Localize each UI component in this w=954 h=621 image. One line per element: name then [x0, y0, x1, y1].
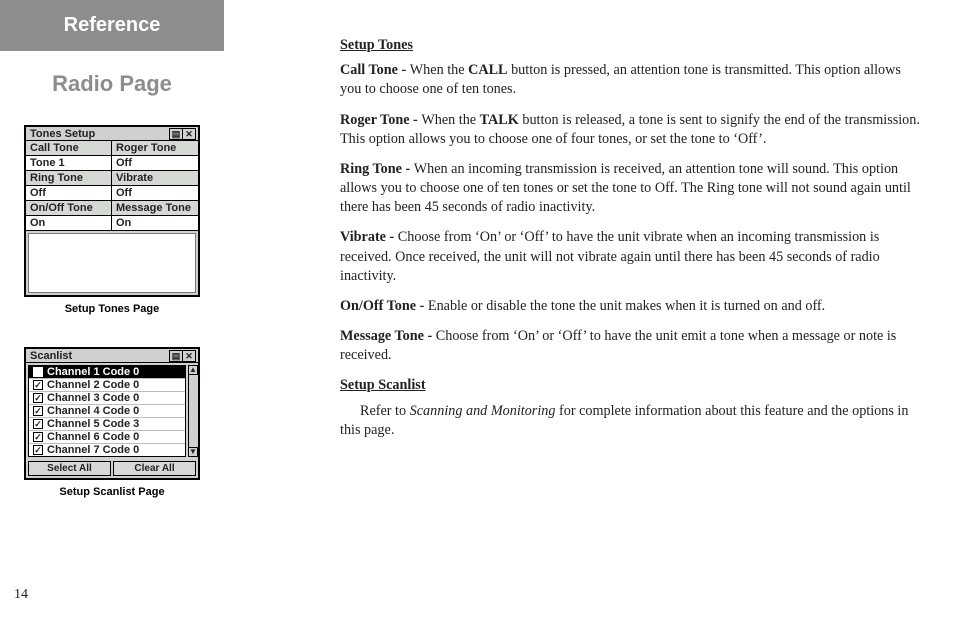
para-message-tone: Message Tone - Choose from ‘On’ or ‘Off’…	[340, 327, 924, 365]
lead: Vibrate -	[340, 229, 398, 245]
italic-text: Scanning and Monitoring	[410, 403, 556, 419]
scanlist-body: ✓ Channel 1 Code 0 ✓ Channel 2 Code 0 ✓ Cha…	[28, 365, 186, 457]
label-call-tone: Call Tone	[26, 141, 112, 156]
label-onoff-tone: On/Off Tone	[26, 201, 112, 216]
device-scanlist: Scanlist ▤ ✕ ✓ Channel 1 Code 0 ✓ Channel …	[24, 347, 200, 480]
item-label: Channel 1 Code 0	[47, 366, 139, 378]
para-scanlist: Refer to Scanning and Monitoring for com…	[340, 402, 924, 440]
device-tones: Tones Setup ▤ ✕ Call Tone Roger Tone Ton…	[24, 125, 200, 297]
checkbox-icon[interactable]: ✓	[33, 445, 43, 455]
figure-tones: Tones Setup ▤ ✕ Call Tone Roger Tone Ton…	[0, 125, 224, 315]
value-call-tone[interactable]: Tone 1	[26, 156, 112, 171]
value-roger-tone[interactable]: Off	[112, 156, 198, 171]
checkbox-icon[interactable]: ✓	[33, 367, 43, 377]
device-blank-area	[28, 233, 196, 293]
lead: Ring Tone -	[340, 161, 414, 177]
figure-scanlist: Scanlist ▤ ✕ ✓ Channel 1 Code 0 ✓ Channel …	[0, 347, 224, 498]
text: Refer to	[360, 403, 410, 419]
device-title: Tones Setup	[30, 128, 95, 140]
text: When the	[421, 112, 479, 128]
scrollbar[interactable]	[188, 365, 198, 457]
value-vibrate[interactable]: Off	[112, 186, 198, 201]
page-number: 14	[14, 587, 28, 603]
para-onoff-tone: On/Off Tone - Enable or disable the tone…	[340, 297, 924, 316]
right-column: Setup Tones Call Tone - When the CALL bu…	[310, 0, 954, 621]
checkbox-icon[interactable]: ✓	[33, 432, 43, 442]
close-icon[interactable]: ✕	[182, 128, 196, 140]
para-ring-tone: Ring Tone - When an incoming transmissio…	[340, 160, 924, 218]
titlebar-icons: ▤ ✕	[170, 350, 196, 362]
select-all-button[interactable]: Select All	[28, 461, 111, 476]
label-message-tone: Message Tone	[112, 201, 198, 216]
left-column: Reference Radio Page Tones Setup ▤ ✕ Cal…	[0, 0, 310, 621]
device-title: Scanlist	[30, 350, 72, 362]
close-icon[interactable]: ✕	[182, 350, 196, 362]
item-label: Channel 3 Code 0	[47, 392, 139, 404]
list-item[interactable]: ✓ Channel 7 Code 0	[29, 444, 185, 456]
clear-all-button[interactable]: Clear All	[113, 461, 196, 476]
para-vibrate: Vibrate - Choose from ‘On’ or ‘Off’ to h…	[340, 228, 924, 286]
value-ring-tone[interactable]: Off	[26, 186, 112, 201]
checkbox-icon[interactable]: ✓	[33, 406, 43, 416]
bold-text: TALK	[480, 112, 519, 128]
label-ring-tone: Ring Tone	[26, 171, 112, 186]
menu-icon[interactable]: ▤	[169, 128, 183, 140]
item-label: Channel 7 Code 0	[47, 444, 139, 456]
bold-text: CALL	[468, 62, 507, 78]
value-message-tone[interactable]: On	[112, 216, 198, 231]
device-titlebar: Scanlist ▤ ✕	[26, 349, 198, 363]
list-item[interactable]: ✓ Channel 6 Code 0	[29, 431, 185, 444]
menu-icon[interactable]: ▤	[169, 350, 183, 362]
list-item[interactable]: ✓ Channel 5 Code 3	[29, 418, 185, 431]
lead: On/Off Tone -	[340, 298, 428, 314]
para-roger-tone: Roger Tone - When the TALK button is rel…	[340, 111, 924, 149]
device-titlebar: Tones Setup ▤ ✕	[26, 127, 198, 141]
page-root: Reference Radio Page Tones Setup ▤ ✕ Cal…	[0, 0, 954, 621]
item-label: Channel 5 Code 3	[47, 418, 139, 430]
text: When an incoming transmission is receive…	[340, 161, 911, 215]
item-label: Channel 2 Code 0	[47, 379, 139, 391]
section-heading: Setup Tones	[340, 36, 924, 55]
titlebar-icons: ▤ ✕	[170, 128, 196, 140]
para-call-tone: Call Tone - When the CALL button is pres…	[340, 61, 924, 99]
label-roger-tone: Roger Tone	[112, 141, 198, 156]
lead: Call Tone -	[340, 62, 410, 78]
list-item[interactable]: ✓ Channel 2 Code 0	[29, 379, 185, 392]
page-title: Radio Page	[0, 71, 224, 97]
scanlist-buttons: Select All Clear All	[26, 459, 198, 478]
figure-caption: Setup Tones Page	[65, 303, 160, 315]
label-vibrate: Vibrate	[112, 171, 198, 186]
scroll-up-icon[interactable]: ▲	[188, 365, 198, 375]
value-onoff-tone[interactable]: On	[26, 216, 112, 231]
checkbox-icon[interactable]: ✓	[33, 419, 43, 429]
reference-banner: Reference	[0, 0, 224, 51]
item-label: Channel 4 Code 0	[47, 405, 139, 417]
scanlist-wrap: ✓ Channel 1 Code 0 ✓ Channel 2 Code 0 ✓ Cha…	[26, 365, 198, 457]
text: Enable or disable the tone the unit make…	[428, 298, 825, 314]
checkbox-icon[interactable]: ✓	[33, 393, 43, 403]
list-item[interactable]: ✓ Channel 1 Code 0	[29, 366, 185, 379]
figure-caption: Setup Scanlist Page	[59, 486, 164, 498]
lead: Message Tone -	[340, 328, 436, 344]
lead: Roger Tone -	[340, 112, 421, 128]
scroll-down-icon[interactable]: ▼	[188, 447, 198, 457]
item-label: Channel 6 Code 0	[47, 431, 139, 443]
checkbox-icon[interactable]: ✓	[33, 380, 43, 390]
list-item[interactable]: ✓ Channel 4 Code 0	[29, 405, 185, 418]
text: Choose from ‘On’ or ‘Off’ to have the un…	[340, 229, 880, 283]
tones-grid: Call Tone Roger Tone Tone 1 Off Ring Ton…	[26, 141, 198, 231]
text: When the	[410, 62, 468, 78]
section-heading: Setup Scanlist	[340, 376, 924, 395]
list-item[interactable]: ✓ Channel 3 Code 0	[29, 392, 185, 405]
